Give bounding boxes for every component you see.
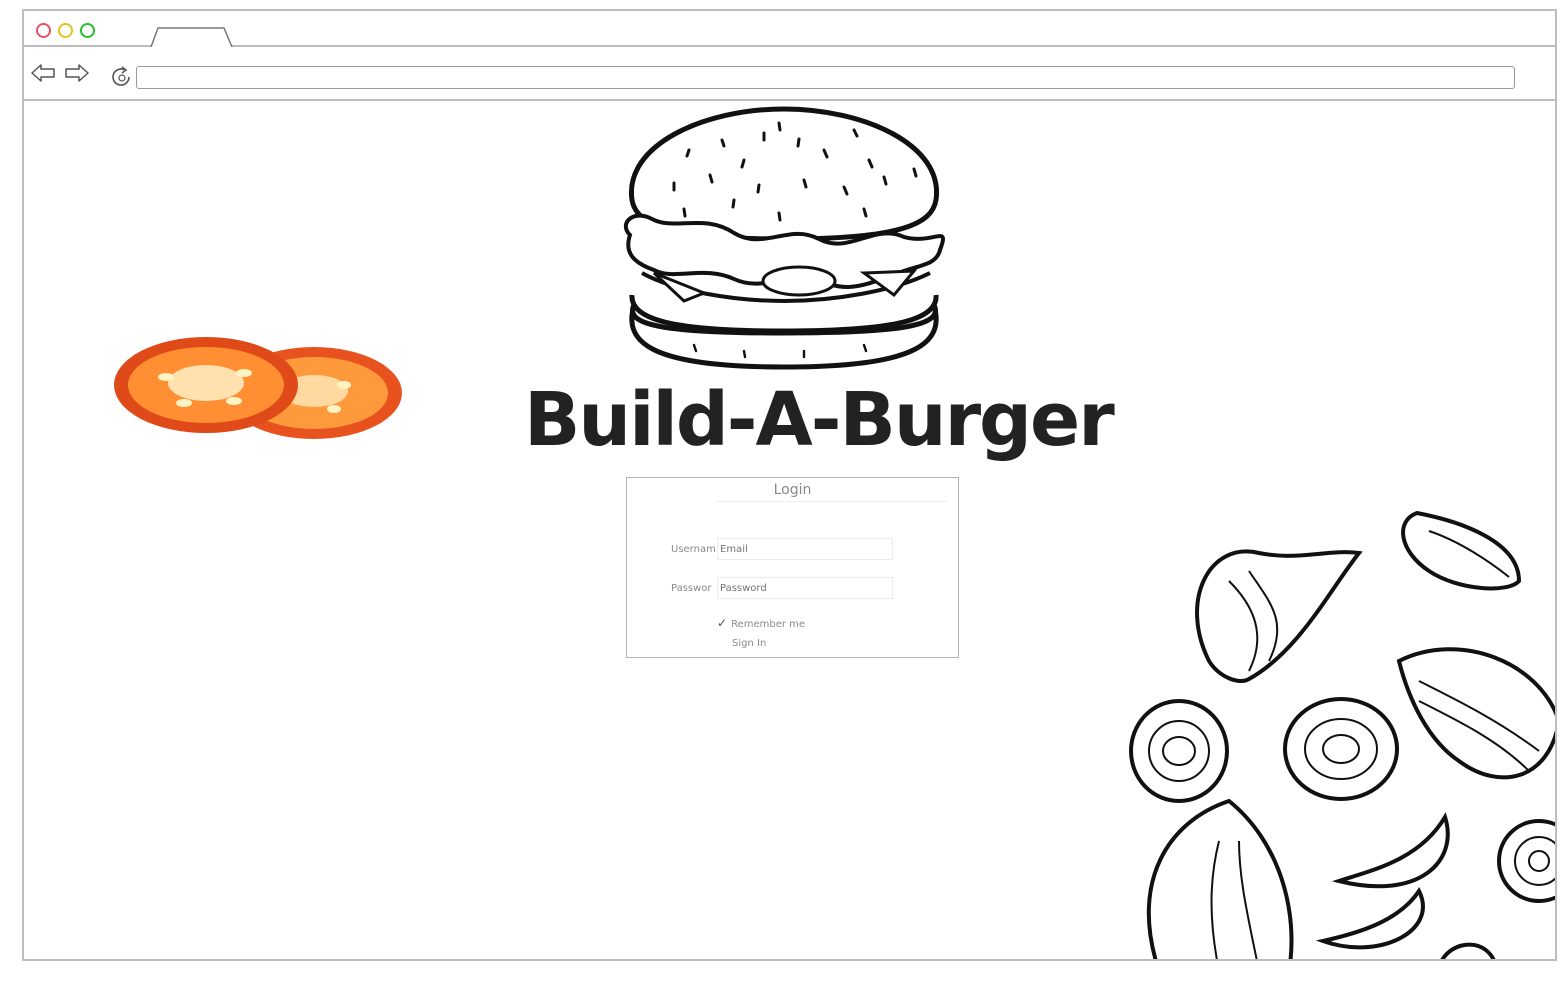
sign-in-button[interactable]: Sign In	[732, 638, 766, 649]
browser-tab[interactable]	[150, 26, 234, 47]
password-field[interactable]	[717, 577, 893, 599]
login-title: Login	[773, 482, 812, 498]
check-icon: ✓	[717, 616, 728, 630]
window-maximize-button[interactable]	[80, 23, 95, 38]
username-label: Usernam	[671, 544, 715, 555]
login-panel: Login Usernam Passwor ✓Remember me Sign …	[626, 477, 959, 658]
back-arrow-icon[interactable]	[30, 63, 56, 83]
forward-arrow-icon[interactable]	[64, 63, 90, 83]
onions-illustration	[1129, 510, 1555, 959]
page-title: Build-A-Burger	[524, 377, 1115, 463]
login-divider	[717, 501, 948, 502]
tab-bar	[24, 11, 1555, 47]
remember-me-checkbox[interactable]: ✓ Remember me	[717, 616, 805, 630]
window-close-button[interactable]	[36, 23, 51, 38]
address-bar[interactable]	[136, 66, 1515, 89]
tomato-slices-image	[114, 337, 402, 439]
navigation-bar	[24, 47, 1555, 101]
browser-window: Build-A-Burger Login Usernam Email Passw…	[22, 9, 1557, 961]
page-content: Build-A-Burger Login Usernam Email Passw…	[24, 101, 1555, 959]
window-minimize-button[interactable]	[58, 23, 73, 38]
password-label: Passwor	[671, 583, 712, 594]
remember-me-label: Remember me	[731, 619, 806, 630]
reload-icon[interactable]	[110, 65, 134, 89]
email-field[interactable]	[717, 538, 893, 560]
burger-logo	[623, 106, 945, 370]
